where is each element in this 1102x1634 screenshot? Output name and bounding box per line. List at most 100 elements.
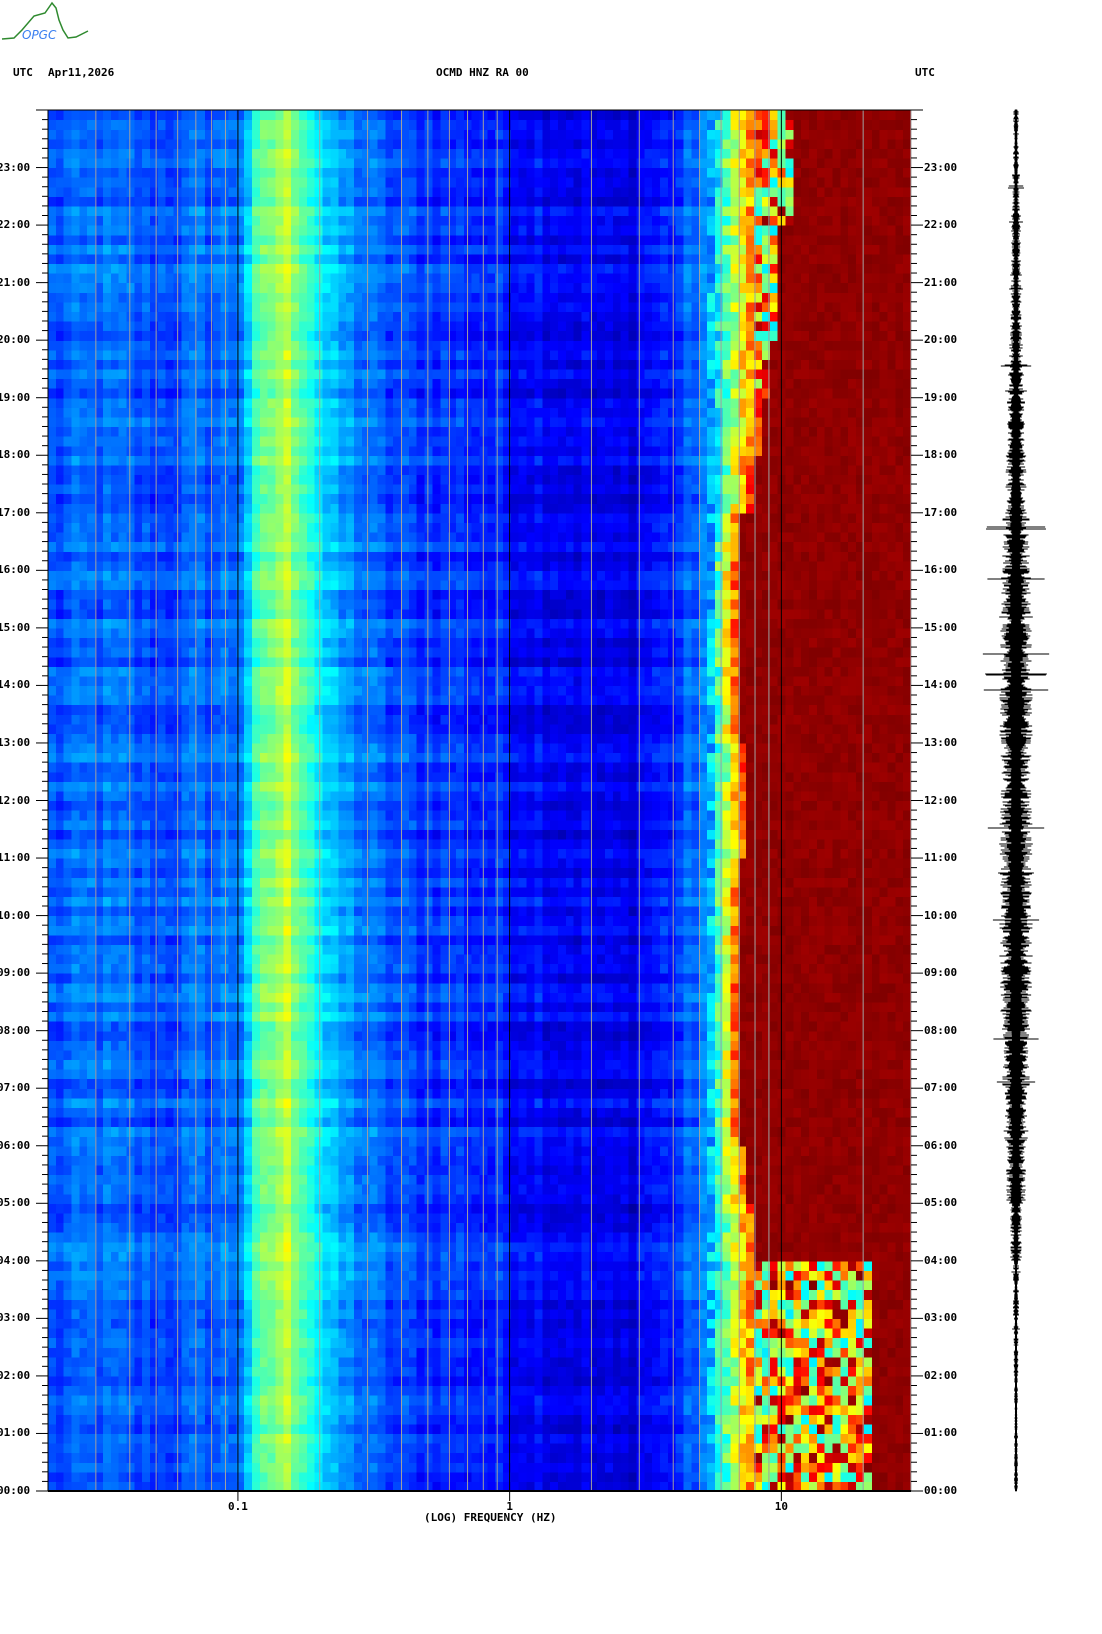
heatmap-cell — [863, 1107, 873, 1118]
heatmap-cell — [801, 1222, 810, 1233]
heatmap-cell — [526, 1203, 535, 1214]
heatmap-cell — [605, 1097, 614, 1108]
heatmap-cell — [518, 1443, 528, 1454]
heatmap-cell — [385, 1452, 394, 1463]
heatmap-cell — [440, 1347, 449, 1358]
heatmap-cell — [863, 1088, 873, 1099]
heatmap-cell — [871, 1452, 881, 1463]
heatmap-cell — [722, 1404, 732, 1415]
heatmap-cell — [283, 1088, 292, 1099]
heatmap-cell — [542, 1280, 551, 1291]
heatmap-cell — [322, 1232, 331, 1243]
heatmap-cell — [785, 1136, 794, 1147]
heatmap-cell — [95, 1107, 104, 1118]
heatmap-cell — [659, 1251, 669, 1262]
heatmap-cell — [644, 1107, 653, 1118]
heatmap-cell — [644, 1308, 653, 1319]
heatmap-cell — [605, 1318, 614, 1329]
heatmap-cell — [456, 1452, 465, 1463]
heatmap-cell — [401, 1270, 410, 1281]
heatmap-cell — [550, 1126, 559, 1137]
heatmap-cell — [526, 1395, 535, 1406]
heatmap-cell — [879, 1318, 888, 1329]
heatmap-cell — [518, 1069, 528, 1080]
heatmap-cell — [809, 1385, 818, 1396]
heatmap-cell — [338, 1088, 347, 1099]
heatmap-cell — [895, 1059, 904, 1070]
heatmap-cell — [48, 1174, 57, 1185]
heatmap-cell — [126, 1088, 135, 1099]
heatmap-cell — [330, 1270, 339, 1281]
heatmap-cell — [55, 1328, 65, 1339]
heatmap-cell — [181, 1203, 190, 1214]
heatmap-cell — [793, 1289, 802, 1300]
heatmap-cell — [181, 1117, 190, 1128]
heatmap-cell — [801, 1404, 810, 1415]
heatmap-cell — [620, 1078, 630, 1089]
heatmap-cell — [565, 1366, 575, 1377]
heatmap-cell — [408, 1433, 418, 1444]
heatmap-cell — [432, 1260, 441, 1271]
heatmap-cell — [150, 1375, 159, 1387]
heatmap-cell — [667, 1443, 677, 1454]
heatmap-cell — [816, 1107, 826, 1118]
heatmap-cell — [895, 1232, 904, 1243]
heatmap-cell — [487, 1289, 496, 1300]
heatmap-cell — [644, 1174, 653, 1185]
heatmap-cell — [369, 1049, 379, 1060]
heatmap-cell — [667, 1059, 677, 1070]
heatmap-cell — [401, 1337, 410, 1348]
heatmap-cell — [330, 1289, 339, 1300]
heatmap-cell — [871, 1280, 881, 1291]
heatmap-cell — [746, 1164, 755, 1176]
heatmap-cell — [189, 1423, 198, 1435]
heatmap-cell — [840, 1155, 849, 1166]
heatmap-cell — [354, 1433, 363, 1444]
heatmap-cell — [887, 1174, 896, 1185]
heatmap-cell — [730, 1375, 739, 1387]
heatmap-cell — [401, 1232, 410, 1243]
heatmap-cell — [699, 1059, 708, 1070]
heatmap-cell — [769, 1126, 779, 1137]
heatmap-cell — [346, 1308, 355, 1319]
heatmap-cell — [793, 1299, 802, 1310]
heatmap-cell — [628, 1241, 637, 1252]
heatmap-cell — [212, 1241, 222, 1252]
heatmap-cell — [252, 1308, 261, 1319]
heatmap-cell — [801, 1136, 810, 1147]
heatmap-cell — [63, 1270, 73, 1281]
heatmap-cell — [683, 1308, 692, 1319]
heatmap-cell — [291, 1375, 300, 1387]
heatmap-cell — [879, 1260, 888, 1271]
heatmap-cell — [809, 1145, 818, 1156]
heatmap-cell — [659, 1308, 669, 1319]
heatmap-cell — [652, 1423, 661, 1435]
heatmap-cell — [197, 1078, 206, 1089]
heatmap-cell — [369, 1145, 379, 1156]
heatmap-cell — [189, 1203, 198, 1214]
heatmap-cell — [769, 1423, 779, 1435]
heatmap-cell — [848, 1222, 857, 1233]
heatmap-cell — [165, 1270, 175, 1281]
heatmap-cell — [589, 1462, 598, 1473]
heatmap-cell — [832, 1088, 841, 1099]
heatmap-cell — [605, 1212, 614, 1224]
heatmap-cell — [401, 1174, 410, 1185]
heatmap-cell — [809, 1280, 818, 1291]
heatmap-cell — [887, 1193, 896, 1204]
heatmap-cell — [456, 1471, 465, 1482]
heatmap-cell — [628, 1126, 637, 1137]
heatmap-cell — [299, 1375, 308, 1387]
heatmap-cell — [150, 1059, 159, 1070]
heatmap-cell — [346, 1260, 355, 1271]
heatmap-cell — [322, 1375, 331, 1387]
heatmap-cell — [157, 1212, 167, 1224]
heatmap-cell — [259, 1222, 269, 1233]
heatmap-cell — [244, 1471, 253, 1482]
heatmap-cell — [118, 1328, 127, 1339]
heatmap-cell — [432, 1117, 441, 1128]
heatmap-cell — [840, 1404, 849, 1415]
heatmap-cell — [346, 1289, 355, 1300]
heatmap-cell — [228, 1059, 237, 1070]
heatmap-cell — [636, 1145, 645, 1156]
